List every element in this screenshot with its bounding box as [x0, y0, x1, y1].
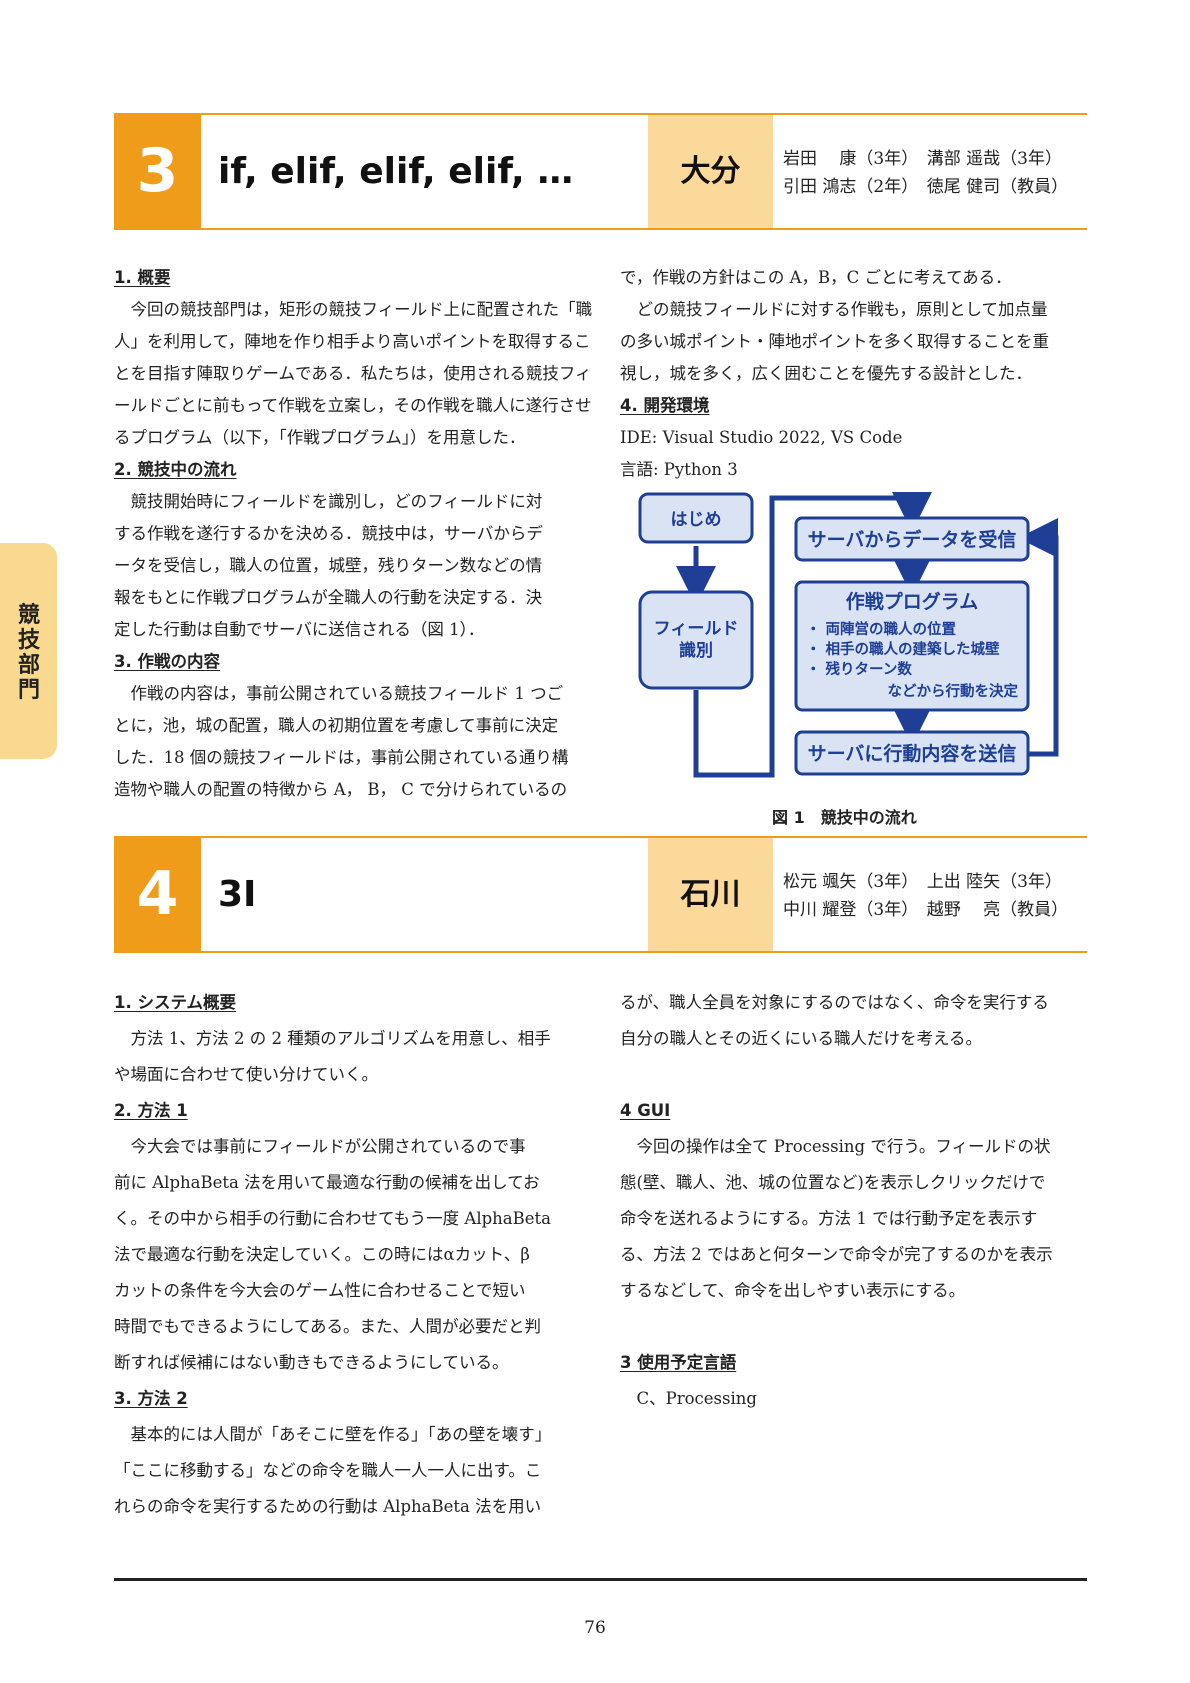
body-line: 造物や職人の配置の特徴から A， B， C で分けられているの	[114, 780, 568, 799]
start-label: はじめ	[671, 510, 722, 530]
body-line: どの競技フィールドに対する作戦も，原則として加点量	[620, 300, 1048, 319]
team-title: if, elif, elif, elif, …	[218, 151, 574, 192]
receive-label: サーバからデータを受信	[808, 528, 1017, 551]
members-line-1: 岩田 康（3年） 溝部 遥哉（3年）	[783, 149, 1062, 169]
section-heading: 2. 競技中の流れ	[114, 460, 237, 479]
body-line: 今回の操作は全て Processing で行う。フィールドの状	[620, 1137, 1051, 1156]
send-label: サーバに行動内容を送信	[808, 742, 1017, 765]
body-line: する作戦を遂行するかを決める．競技中は，サーバからデ	[114, 524, 543, 543]
body-line: の多い城ポイント・陣地ポイントを多く取得することを重	[620, 332, 1049, 351]
field-box	[638, 590, 754, 690]
body-line: 「ここに移動する」などの命令を職人一人一人に出す。こ	[114, 1461, 542, 1480]
program-item-2: ・ 相手の職人の建築した城壁	[806, 640, 1000, 658]
body-line: で，作戦の方針はこの A，B，C ごとに考えてある．	[620, 268, 1012, 287]
body-line: ールドごとに前もって作戦を立案し，その作戦を職人に遂行させ	[114, 396, 592, 415]
section-heading: 1. 概要	[114, 268, 171, 287]
body-line: カットの条件を今大会のゲーム性に合わせることで短い	[114, 1281, 526, 1300]
team-banner-3: 3 if, elif, elif, elif, … 大分 岩田 康（3年） 溝部…	[114, 113, 1087, 230]
body-line: 前に AlphaBeta 法を用いて最適な行動の候補を出してお	[114, 1173, 540, 1192]
side-tab-label: 競技部門	[17, 603, 40, 703]
body-line: 命令を送れるようにする。方法 1 では行動予定を表示す	[620, 1209, 1038, 1228]
members-line-2: 中川 耀登（3年） 越野 亮（教員）	[783, 900, 1069, 920]
team-members: 岩田 康（3年） 溝部 遥哉（3年） 引田 鴻志（2年） 徳尾 健司（教員）	[783, 145, 1068, 201]
section-heading: 2. 方法 1	[114, 1101, 188, 1120]
field-label-1: フィールド	[654, 619, 739, 639]
body-line: く。その中から相手の行動に合わせてもう一度 AlphaBeta	[114, 1209, 552, 1228]
side-tab-competition: 競技部門	[0, 543, 57, 759]
team-number: 3	[114, 115, 201, 228]
body-line: ータを受信し，職人の位置，城壁，残りターン数などの情	[114, 556, 543, 575]
body-line: 人」を利用して，陣地を作り相手より高いポイントを取得するこ	[114, 332, 591, 351]
body-line: 自分の職人とその近くにいる職人だけを考える。	[620, 1029, 983, 1048]
body-line: 視し，城を多く，広く囲むことを優先する設計とした．	[620, 364, 1033, 383]
section-heading: 4 GUI	[620, 1101, 671, 1120]
section-heading: 3. 方法 2	[114, 1389, 188, 1408]
body-line: C、Processing	[620, 1389, 757, 1408]
body-line: るプログラム（以下，「作戦プログラム」）を用意した．	[114, 428, 526, 447]
body-line: 時間でもできるようにしてある。また、人間が必要だと判	[114, 1317, 542, 1336]
members-line-1: 松元 颯矢（3年） 上出 陸矢（3年）	[783, 872, 1062, 892]
section3-right-column: で，作戦の方針はこの A，B，C ごとに考えてある． どの競技フィールドに対する…	[620, 262, 1090, 486]
body-line: 基本的には人間が「あそこに壁を作る」「あの壁を壊す」	[114, 1425, 552, 1444]
body-line: 言語: Python 3	[620, 460, 738, 479]
section4-right-column: るが、職人全員を対象にするのではなく、命令を実行する 自分の職人とその近くにいる職…	[620, 985, 1090, 1417]
program-tail: などから行動を決定	[888, 682, 1019, 700]
team-prefecture: 石川	[648, 838, 773, 951]
section-heading: 4. 開発環境	[620, 396, 710, 415]
team-prefecture: 大分	[648, 115, 773, 228]
body-line: するなどして、命令を出しやすい表示にする。	[620, 1281, 966, 1300]
body-line: 競技開始時にフィールドを識別し，どのフィールドに対	[114, 492, 543, 511]
body-line: 定した行動は自動でサーバに送信される（図 1）．	[114, 620, 485, 639]
team-banner-4: 4 3I 石川 松元 颯矢（3年） 上出 陸矢（3年） 中川 耀登（3年） 越野…	[114, 836, 1087, 953]
body-line: るが、職人全員を対象にするのではなく、命令を実行する	[620, 993, 1049, 1012]
body-line: 方法 1、方法 2 の 2 種類のアルゴリズムを用意し、相手	[114, 1029, 551, 1048]
section-heading: 1. システム概要	[114, 993, 236, 1012]
body-line: や場面に合わせて使い分けていく。	[114, 1065, 378, 1084]
flowchart-figure: はじめ フィールド 識別 サーバからデータを受信 作戦プログラム ・ 両陣営の職…	[638, 492, 1059, 778]
body-line: 報をもとに作戦プログラムが全職人の行動を決定する．決	[114, 588, 543, 607]
body-line: した．18 個の競技フィールドは，事前公開されている通り構	[114, 748, 569, 767]
team-number: 4	[114, 838, 201, 951]
body-line: 今大会では事前にフィールドが公開されているので事	[114, 1137, 526, 1156]
members-line-2: 引田 鴻志（2年） 徳尾 健司（教員）	[783, 177, 1069, 197]
body-line: 作戦の内容は，事前公開されている競技フィールド 1 つご	[114, 684, 564, 703]
body-line: IDE: Visual Studio 2022, VS Code	[620, 428, 903, 447]
section4-left-column: 1. システム概要 方法 1、方法 2 の 2 種類のアルゴリズムを用意し、相手…	[114, 985, 584, 1525]
body-line: 態(壁、職人、池、城の位置など)を表示しクリックだけで	[620, 1173, 1046, 1192]
section3-left-column: 1. 概要 今回の競技部門は，矩形の競技フィールド上に配置された「職 人」を利用し…	[114, 262, 593, 806]
field-label-2: 識別	[679, 640, 713, 661]
footer-rule	[114, 1578, 1087, 1581]
section-heading: 3. 作戦の内容	[114, 652, 220, 671]
body-line: 断すれば候補にはない動きもできるようにしている。	[114, 1353, 509, 1372]
team-members: 松元 颯矢（3年） 上出 陸矢（3年） 中川 耀登（3年） 越野 亮（教員）	[783, 868, 1068, 924]
return-connector	[1018, 518, 1059, 757]
program-item-1: ・ 両陣営の職人の位置	[806, 620, 956, 638]
body-line: 法で最適な行動を決定していく。この時にはαカット、β	[114, 1245, 530, 1264]
body-line: れらの命令を実行するための行動は AlphaBeta 法を用い	[114, 1497, 542, 1516]
team-title: 3I	[218, 874, 257, 915]
body-line: とに，池，城の配置，職人の初期位置を考慮して事前に決定	[114, 716, 559, 735]
page-number: 76	[584, 1618, 606, 1638]
program-item-3: ・ 残りターン数	[806, 660, 912, 678]
body-line: る、方法 2 ではあと何ターンで命令が完了するのかを表示	[620, 1245, 1053, 1264]
section-heading: 3 使用予定言語	[620, 1353, 737, 1372]
body-line: 今回の競技部門は，矩形の競技フィールド上に配置された「職	[114, 300, 593, 319]
body-line: とを目指す陣取りゲームである．私たちは，使用される競技フィ	[114, 364, 592, 383]
figure-caption: 図 1 競技中の流れ	[772, 808, 917, 827]
program-title: 作戦プログラム	[846, 590, 978, 613]
